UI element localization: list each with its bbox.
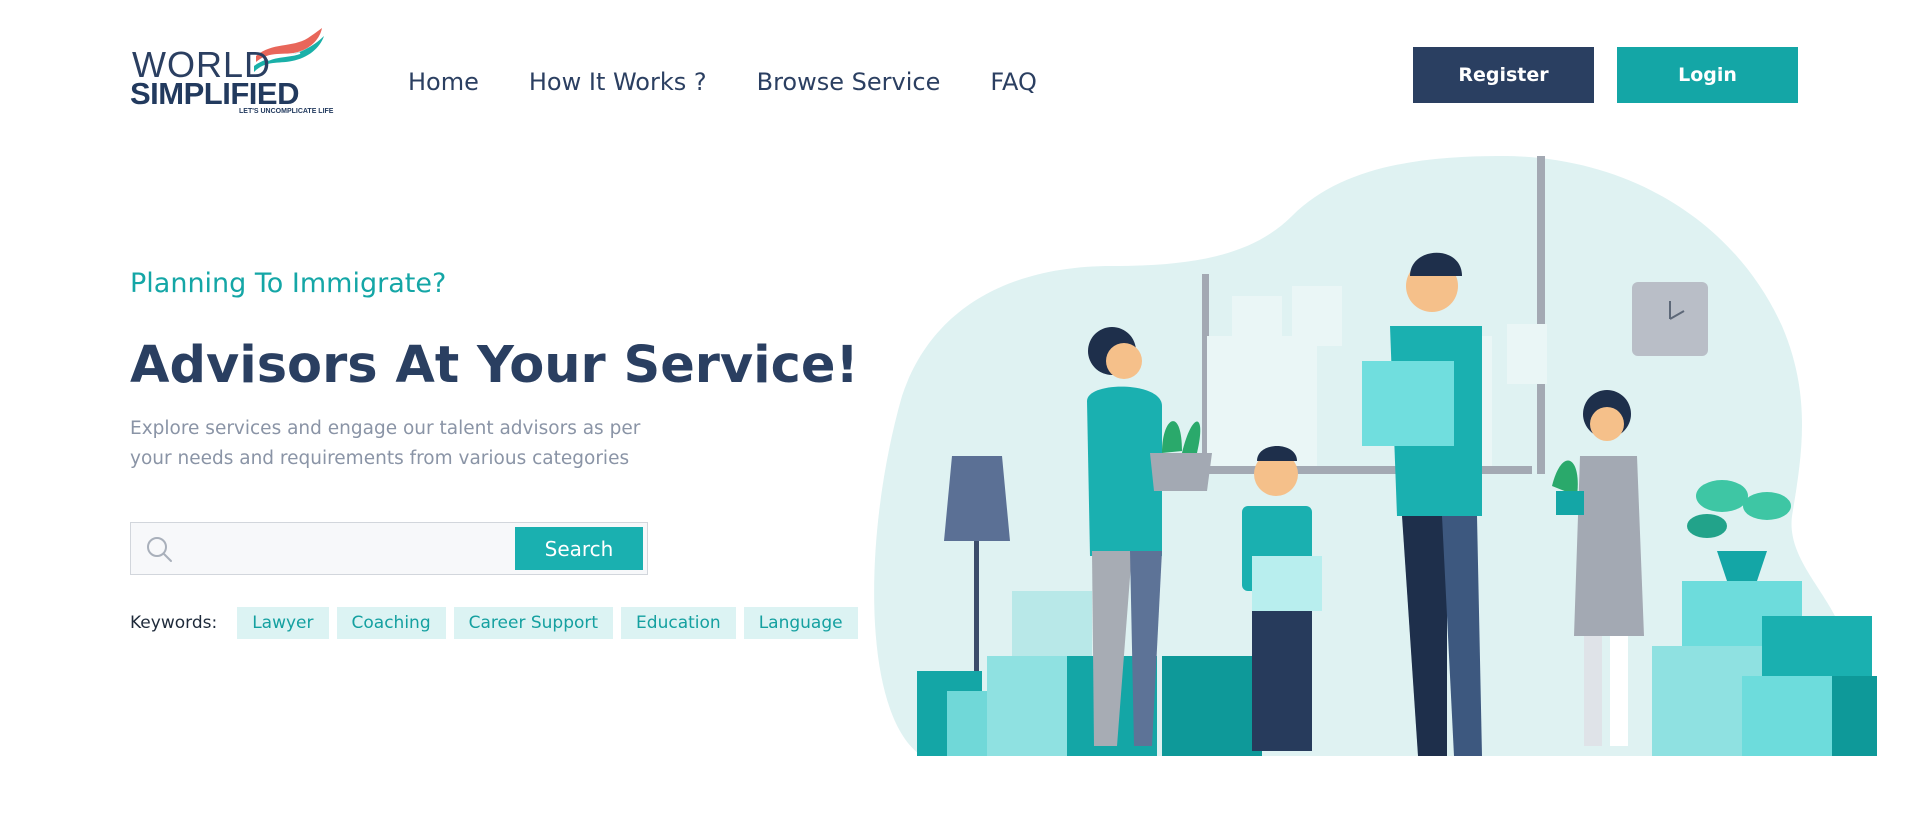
search-input[interactable] <box>183 529 483 569</box>
keyword-chip-education[interactable]: Education <box>621 607 736 639</box>
keyword-chip-career-support[interactable]: Career Support <box>453 607 614 639</box>
logo-text-simplified: SIMPLIFIED <box>130 76 299 111</box>
hero-headline: Advisors At Your Service! <box>130 336 859 395</box>
hero-illustration <box>874 156 1877 756</box>
nav-link-faq[interactable]: FAQ <box>990 68 1037 96</box>
brand-logo[interactable]: WORLD SIMPLIFIED LET'S UNCOMPLICATE LIFE <box>130 28 334 118</box>
keywords-row: Keywords: Lawyer Coaching Career Support… <box>130 607 866 639</box>
search-button[interactable]: Search <box>515 527 643 570</box>
main-nav: Home How It Works ? Browse Service FAQ <box>408 68 1037 96</box>
search-icon <box>147 537 172 562</box>
keyword-chip-language[interactable]: Language <box>743 607 858 639</box>
login-button[interactable]: Login <box>1617 47 1798 103</box>
search-bar: Search <box>130 522 648 575</box>
nav-link-how-it-works[interactable]: How It Works ? <box>529 68 707 96</box>
logo-tagline: LET'S UNCOMPLICATE LIFE <box>239 108 334 115</box>
keyword-chip-lawyer[interactable]: Lawyer <box>237 607 329 639</box>
nav-link-home[interactable]: Home <box>408 68 479 96</box>
moving-boxes-right-icon <box>1652 581 1877 756</box>
keywords-label: Keywords: <box>130 613 218 633</box>
register-button[interactable]: Register <box>1413 47 1594 103</box>
keyword-chip-coaching[interactable]: Coaching <box>336 607 446 639</box>
nav-link-browse-service[interactable]: Browse Service <box>757 68 941 96</box>
hero-eyebrow: Planning To Immigrate? <box>130 268 447 299</box>
hero-subtext: Explore services and engage our talent a… <box>130 418 641 469</box>
clock-icon <box>1632 282 1708 356</box>
